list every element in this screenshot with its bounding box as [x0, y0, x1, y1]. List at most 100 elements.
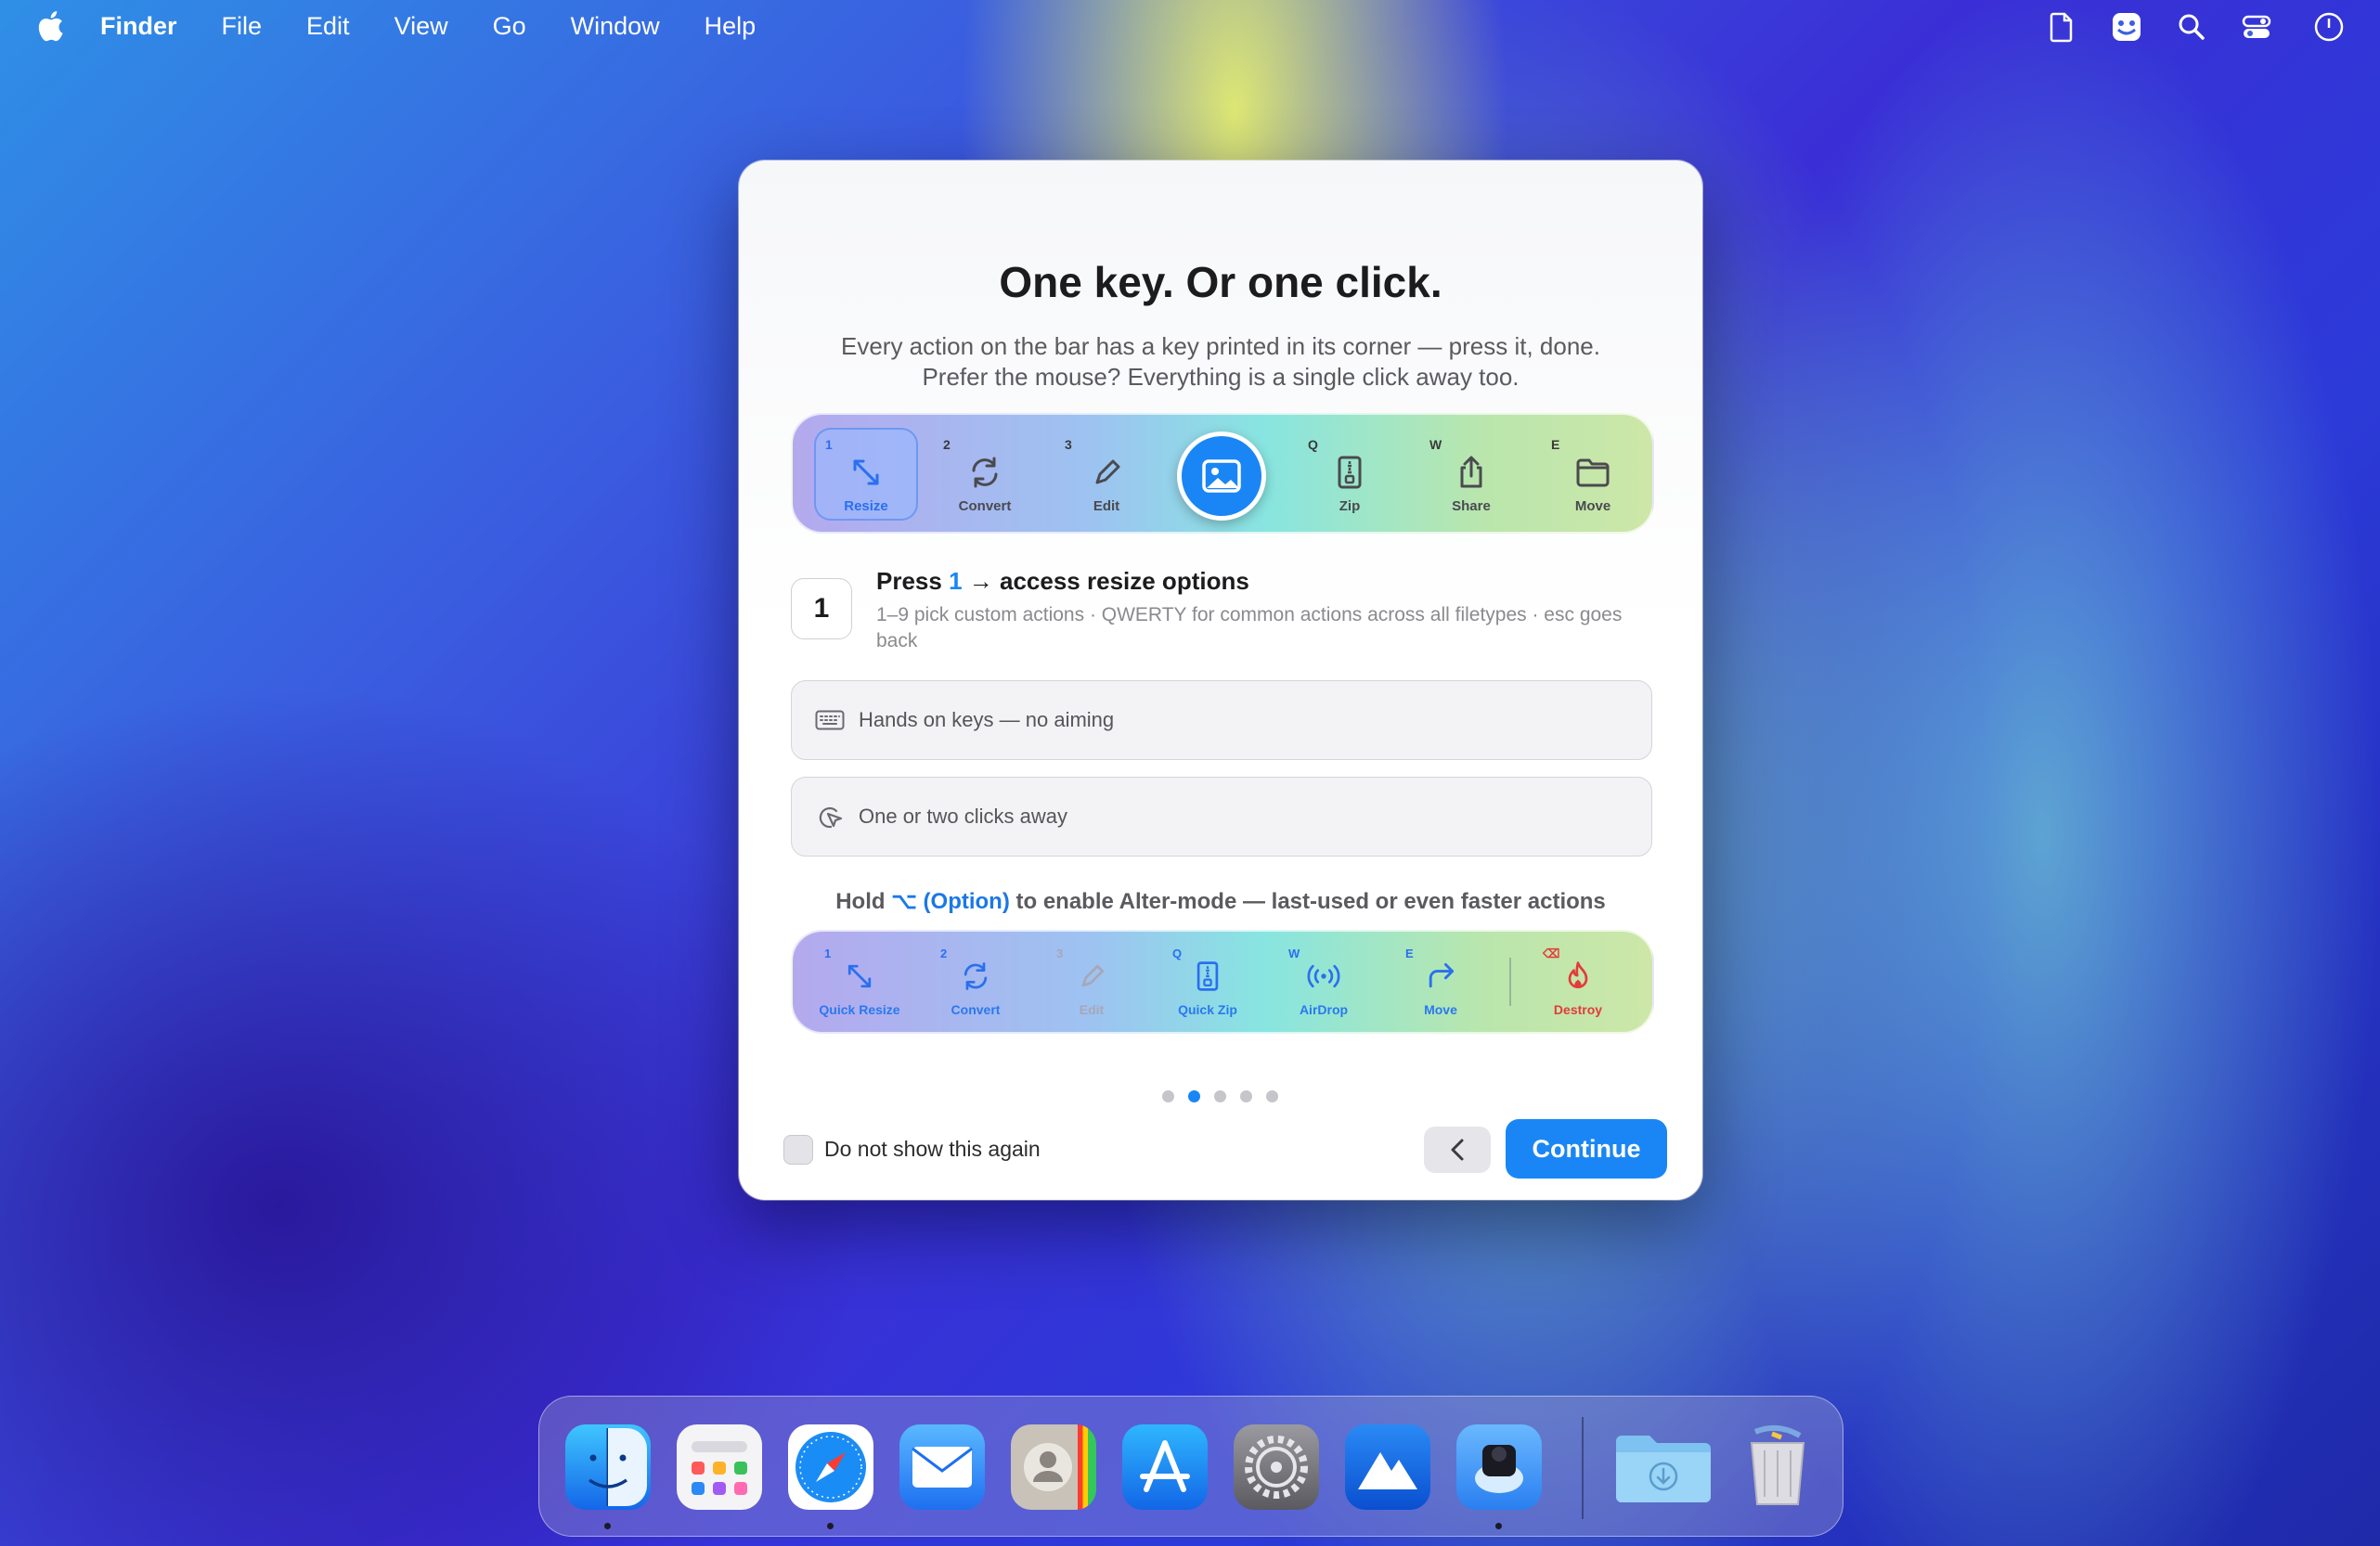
image-icon	[1202, 459, 1241, 493]
page-dot[interactable]	[1214, 1090, 1226, 1102]
keyboard-icon	[814, 704, 846, 736]
onboarding-dialog: One key. Or one click. Every action on t…	[739, 161, 1702, 1200]
back-button[interactable]	[1424, 1127, 1491, 1173]
dialog-subtitle: Every action on the bar has a key printe…	[739, 331, 1702, 393]
resize-icon	[847, 964, 872, 988]
dock-safari[interactable]	[788, 1424, 873, 1510]
downloads-folder-icon	[1616, 1436, 1711, 1502]
action-bar: 1 Resize 2 Convert 3 Edit Q Zip W Share	[791, 413, 1654, 534]
menu-finder[interactable]: Finder	[100, 12, 177, 41]
action-key: E	[1405, 947, 1414, 960]
dock-mail[interactable]	[899, 1424, 985, 1510]
action-label: Move	[1574, 498, 1611, 514]
page-dot[interactable]	[1266, 1090, 1278, 1102]
dock-running-indicator	[604, 1523, 611, 1529]
step-title-suffix: → access resize options	[968, 567, 1249, 595]
finder-icon	[588, 1428, 647, 1506]
dock-mountain-app[interactable]	[1345, 1424, 1430, 1510]
pagination-dots	[1162, 1090, 1292, 1102]
capture-lens-icon	[1475, 1445, 1523, 1493]
action-label: Edit	[1079, 1002, 1105, 1017]
page-dot[interactable]	[1240, 1090, 1252, 1102]
action-convert[interactable]: 2 Convert	[934, 415, 1036, 532]
alter-action-convert[interactable]: 2 Convert	[920, 932, 1031, 1032]
dock-downloads[interactable]	[1612, 1424, 1711, 1510]
action-share[interactable]: W Share	[1420, 415, 1522, 532]
action-label: Edit	[1093, 498, 1120, 514]
menu-view[interactable]: View	[395, 12, 448, 41]
option-key-label: ⌥ (Option)	[891, 889, 1010, 914]
folder-icon	[1576, 458, 1610, 487]
dock-capture-app[interactable]	[1456, 1424, 1542, 1510]
action-label: Zip	[1339, 498, 1361, 514]
convert-icon	[964, 962, 988, 990]
menu-bar: Finder File Edit View Go Window Help	[0, 0, 2380, 52]
alter-action-move[interactable]: E Move	[1385, 932, 1496, 1032]
dont-show-checkbox[interactable]	[783, 1135, 813, 1165]
action-edit[interactable]: 3 Edit	[1055, 415, 1158, 532]
dock-app-store[interactable]	[1122, 1424, 1208, 1510]
apple-menu-icon[interactable]	[35, 11, 65, 42]
action-key: Q	[1172, 947, 1183, 960]
alter-action-quick-resize[interactable]: 1 Quick Resize	[804, 932, 915, 1032]
app-store-icon	[1140, 1440, 1190, 1492]
dock-contacts[interactable]	[1011, 1424, 1096, 1510]
alter-action-edit[interactable]: 3 Edit	[1036, 932, 1147, 1032]
action-key: 2	[940, 947, 948, 960]
mail-envelope-icon	[912, 1447, 973, 1488]
menu-edit[interactable]: Edit	[306, 12, 350, 41]
dock-running-indicator	[827, 1523, 834, 1529]
action-label: Move	[1424, 1002, 1457, 1017]
menu-help[interactable]: Help	[705, 12, 757, 41]
dock-finder[interactable]	[565, 1424, 651, 1510]
alter-action-destroy[interactable]: ⌫ Destroy	[1522, 932, 1634, 1032]
dock-running-indicator	[1495, 1523, 1502, 1529]
step-description: 1–9 pick custom actions · QWERTY for com…	[876, 604, 1623, 651]
dont-show-label[interactable]: Do not show this again	[824, 1137, 1041, 1162]
option-clicks[interactable]: One or two clicks away	[791, 777, 1652, 857]
action-move[interactable]: E Move	[1542, 415, 1644, 532]
dialog-title: One key. Or one click.	[999, 258, 1442, 306]
subtitle-line-1: Every action on the bar has a key printe…	[841, 332, 1600, 360]
alter-mode-hint: Hold ⌥ (Option) to enable Alter-mode — l…	[739, 888, 1702, 915]
page-dot-active[interactable]	[1188, 1090, 1200, 1102]
clock-icon[interactable]	[2313, 11, 2345, 43]
safari-compass-icon	[795, 1432, 866, 1502]
document-icon[interactable]	[2046, 11, 2077, 43]
dock-trash[interactable]	[1735, 1424, 1820, 1510]
trash-icon	[1750, 1424, 1805, 1505]
action-label: AirDrop	[1299, 1002, 1349, 1017]
action-zip[interactable]: Q Zip	[1299, 415, 1401, 532]
menu-go[interactable]: Go	[493, 12, 526, 41]
alter-action-quick-zip[interactable]: Q Quick Zip	[1152, 932, 1263, 1032]
hold-prefix: Hold	[835, 889, 886, 914]
dock-launchpad[interactable]	[677, 1424, 762, 1510]
mountain-icon	[1358, 1452, 1417, 1489]
image-preview-button[interactable]	[1177, 432, 1266, 521]
page-dot[interactable]	[1162, 1090, 1174, 1102]
action-key: 3	[1065, 437, 1072, 452]
action-key: E	[1551, 437, 1560, 452]
continue-button[interactable]: Continue	[1506, 1119, 1667, 1179]
resize-icon	[853, 459, 879, 485]
alter-action-airdrop[interactable]: W AirDrop	[1268, 932, 1379, 1032]
option-keyboard[interactable]: Hands on keys — no aiming	[791, 680, 1652, 760]
menu-file[interactable]: File	[222, 12, 263, 41]
zip-icon	[1196, 961, 1219, 991]
action-key: 2	[943, 437, 951, 452]
zip-icon	[1338, 456, 1362, 489]
app-status-icon[interactable]	[2111, 11, 2142, 43]
hold-suffix: to enable Alter-mode — last-used or even…	[1015, 889, 1606, 914]
spotlight-search-icon[interactable]	[2176, 11, 2207, 43]
option-keyboard-label: Hands on keys — no aiming	[859, 708, 1115, 731]
convert-icon	[972, 457, 998, 488]
dock-system-settings[interactable]	[1234, 1424, 1319, 1510]
action-resize[interactable]: 1 Resize	[814, 428, 918, 521]
pencil-icon	[1095, 459, 1120, 484]
control-center-icon[interactable]	[2241, 11, 2272, 43]
action-key: 1	[825, 437, 833, 452]
alter-action-bar: 1 Quick Resize 2 Convert 3 Edit Q Quick …	[791, 930, 1654, 1034]
alter-bar-divider	[1509, 958, 1511, 1006]
menu-window[interactable]: Window	[571, 12, 660, 41]
airdrop-icon	[1307, 964, 1340, 988]
